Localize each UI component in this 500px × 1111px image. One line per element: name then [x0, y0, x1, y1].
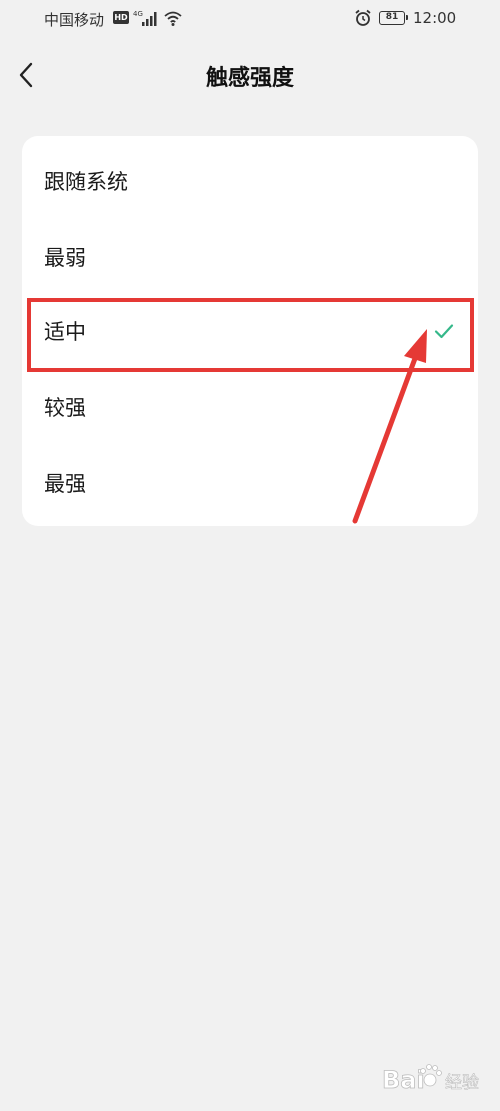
option-label: 较强 [44, 396, 86, 420]
annotation-arrow-icon [352, 329, 427, 524]
svg-text:经验: 经验 [445, 1073, 479, 1093]
battery-icon: 81 [379, 11, 408, 25]
svg-text:Bai: Bai [382, 1066, 425, 1094]
status-bar: 中国移动 HD 4G 81 12:00 [0, 0, 500, 38]
wifi-icon [164, 11, 182, 26]
alarm-icon [355, 9, 371, 26]
signal-icon: 4G [133, 10, 157, 26]
option-label: 最强 [44, 472, 86, 496]
status-time: 12:00 [413, 9, 457, 27]
option-follow-system[interactable]: 跟随系统 [22, 144, 478, 220]
option-label: 跟随系统 [44, 170, 128, 194]
page-title: 触感强度 [205, 66, 294, 91]
baidu-watermark-icon: Bai 经验 [382, 1064, 479, 1094]
option-weakest[interactable]: 最弱 [22, 220, 478, 296]
option-label: 最弱 [44, 246, 86, 270]
svg-text:4G: 4G [133, 10, 143, 18]
carrier-name: 中国移动 [44, 11, 105, 29]
hd-icon: HD [113, 11, 129, 24]
